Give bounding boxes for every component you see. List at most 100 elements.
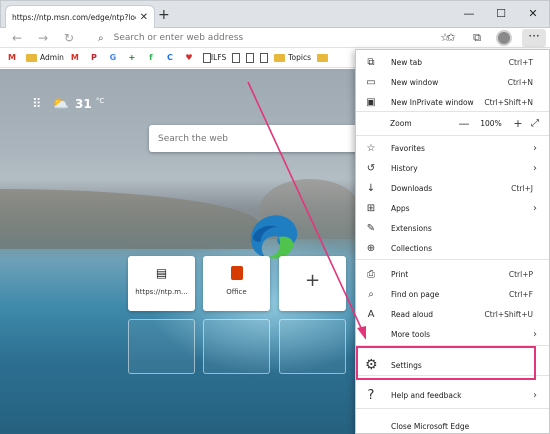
menu-item-new-window[interactable]: ▭ New window Ctrl+N [356,72,549,92]
add-site-tile[interactable]: + [279,256,346,311]
favorite-item[interactable]: Admin [25,50,65,66]
menu-shortcut: Ctrl+F [509,289,533,299]
menu-item-history[interactable]: ↺ History › [356,158,549,178]
favorite-item[interactable] [316,50,332,66]
menu-separator [356,135,549,136]
menu-separator [356,259,549,260]
favorite-item[interactable]: M [6,50,21,66]
menu-item-new-tab[interactable]: ⧉ New tab Ctrl+T [356,52,549,72]
folder-icon [26,53,37,62]
tile-label: https://ntp.m... [135,288,188,296]
toolbar: ← → ↻ ⌕ ☆ ✩ ⧉ ··· [0,28,550,48]
forward-icon[interactable]: → [38,31,48,45]
google-icon: G [109,52,117,62]
zoom-out-button[interactable]: — [457,117,471,130]
collections-icon[interactable]: ⧉ [466,29,488,47]
doc-icon [246,52,255,63]
profile-avatar[interactable] [496,30,512,46]
menu-item-collections[interactable]: ⊕ Collections [356,238,549,258]
menu-item-label: Favorites [391,143,425,153]
zoom-in-button[interactable]: + [511,117,525,130]
new-window-icon: ▭ [366,76,376,88]
new-tab-button[interactable]: + [158,7,170,23]
close-window-button[interactable]: ✕ [517,1,549,27]
empty-tile-slot [279,319,346,374]
zoom-row: Zoom — 100% + ⤢ [356,112,549,134]
menu-item-close-microsoft-edge[interactable]: Close Microsoft Edge [356,416,549,434]
menu-item-help-and-feedback[interactable]: ? Help and feedback › [356,385,549,405]
web-search-input[interactable] [158,133,348,144]
find-icon: ⌕ [368,288,374,300]
website-icon: ▤ [155,266,168,280]
tab-close-icon[interactable]: ✕ [140,12,148,23]
chevron-right-icon: › [533,142,537,154]
menu-item-label: Find on page [391,289,440,299]
tab-title: https://ntp.msn.com/edge/ntp?locale [12,13,136,22]
favorite-item[interactable]: M [69,50,84,66]
favorites-icon[interactable]: ✩ [440,29,462,47]
folder-icon [317,53,329,62]
favorite-item[interactable] [231,50,241,66]
favorite-item[interactable] [245,50,255,66]
minimize-button[interactable]: — [453,1,485,27]
settings-and-more-button[interactable]: ··· [522,29,546,47]
favorite-item[interactable]: ♥ [183,50,198,66]
chevron-right-icon: › [533,202,537,214]
favorites-icon: ☆ [366,142,376,154]
apps-icon: ⊞ [366,202,376,214]
refresh-icon[interactable]: ↻ [64,31,74,45]
cross-icon: + [128,52,136,62]
fullscreen-icon[interactable]: ⤢ [525,118,545,129]
window-controls: — ☐ ✕ [453,1,549,27]
menu-shortcut: Ctrl+Shift+U [484,309,533,319]
back-icon[interactable]: ← [12,31,22,45]
maximize-button[interactable]: ☐ [485,1,517,27]
address-input[interactable] [113,33,462,43]
doc-icon [260,52,269,63]
menu-item-label: Close Microsoft Edge [391,421,470,431]
menu-item-extensions[interactable]: ✎ Extensions [356,218,549,238]
browser-tab[interactable]: https://ntp.msn.com/edge/ntp?locale ✕ [5,5,155,29]
doc-icon [232,52,241,63]
search-icon: ⌕ [98,32,104,44]
favorite-item[interactable]: ILFS [202,50,227,66]
app-launcher-icon[interactable]: ⠿ [32,97,42,112]
menu-item-label: More tools [391,329,431,339]
menu-item-print[interactable]: ⎙ Print Ctrl+P [356,264,549,284]
quick-link-tile[interactable]: Office [203,256,270,311]
feedly-icon: f [149,52,153,62]
favorite-item[interactable]: G [107,50,122,66]
add-icon: + [304,270,321,291]
menu-separator [356,408,549,409]
menu-shortcut: Ctrl+Shift+N [484,97,533,107]
extensions-icon: ✎ [366,222,376,234]
menu-item-favorites[interactable]: ☆ Favorites › [356,138,549,158]
menu-item-label: Read aloud [391,309,434,319]
menu-item-downloads[interactable]: ↓ Downloads Ctrl+J [356,178,549,198]
favorite-item[interactable]: P [88,50,103,66]
downloads-icon: ↓ [366,182,376,194]
chevron-right-icon: › [533,328,537,340]
menu-item-read-aloud[interactable]: A Read aloud Ctrl+Shift+U [356,304,549,324]
web-search-box[interactable] [149,125,359,152]
favorite-item[interactable]: C [164,50,179,66]
menu-item-more-tools[interactable]: More tools › [356,324,549,344]
favorite-item[interactable]: Topics [273,50,312,66]
favorite-item[interactable] [259,50,269,66]
menu-item-apps[interactable]: ⊞ Apps › [356,198,549,218]
menu-item-find-on-page[interactable]: ⌕ Find on page Ctrl+F [356,284,549,304]
chevron-right-icon: › [533,162,537,174]
temperature-unit: °C [95,97,105,105]
favorite-item[interactable]: f [145,50,160,66]
address-bar[interactable]: ⌕ ☆ [92,29,462,47]
title-bar: https://ntp.msn.com/edge/ntp?locale ✕ + … [0,0,550,29]
doc-icon [202,52,211,63]
chevron-right-icon: › [533,389,537,401]
gmail-icon: M [8,52,16,62]
gmail-icon: M [70,52,79,62]
heart-icon: ♥ [185,52,193,62]
menu-item-new-inprivate-window[interactable]: ▣ New InPrivate window Ctrl+Shift+N [356,92,549,112]
quick-link-tile[interactable]: ▤ https://ntp.m... [128,256,195,311]
weather-widget[interactable]: ⠿ ⛅ 31 °C [32,96,104,112]
favorite-item[interactable]: + [126,50,141,66]
